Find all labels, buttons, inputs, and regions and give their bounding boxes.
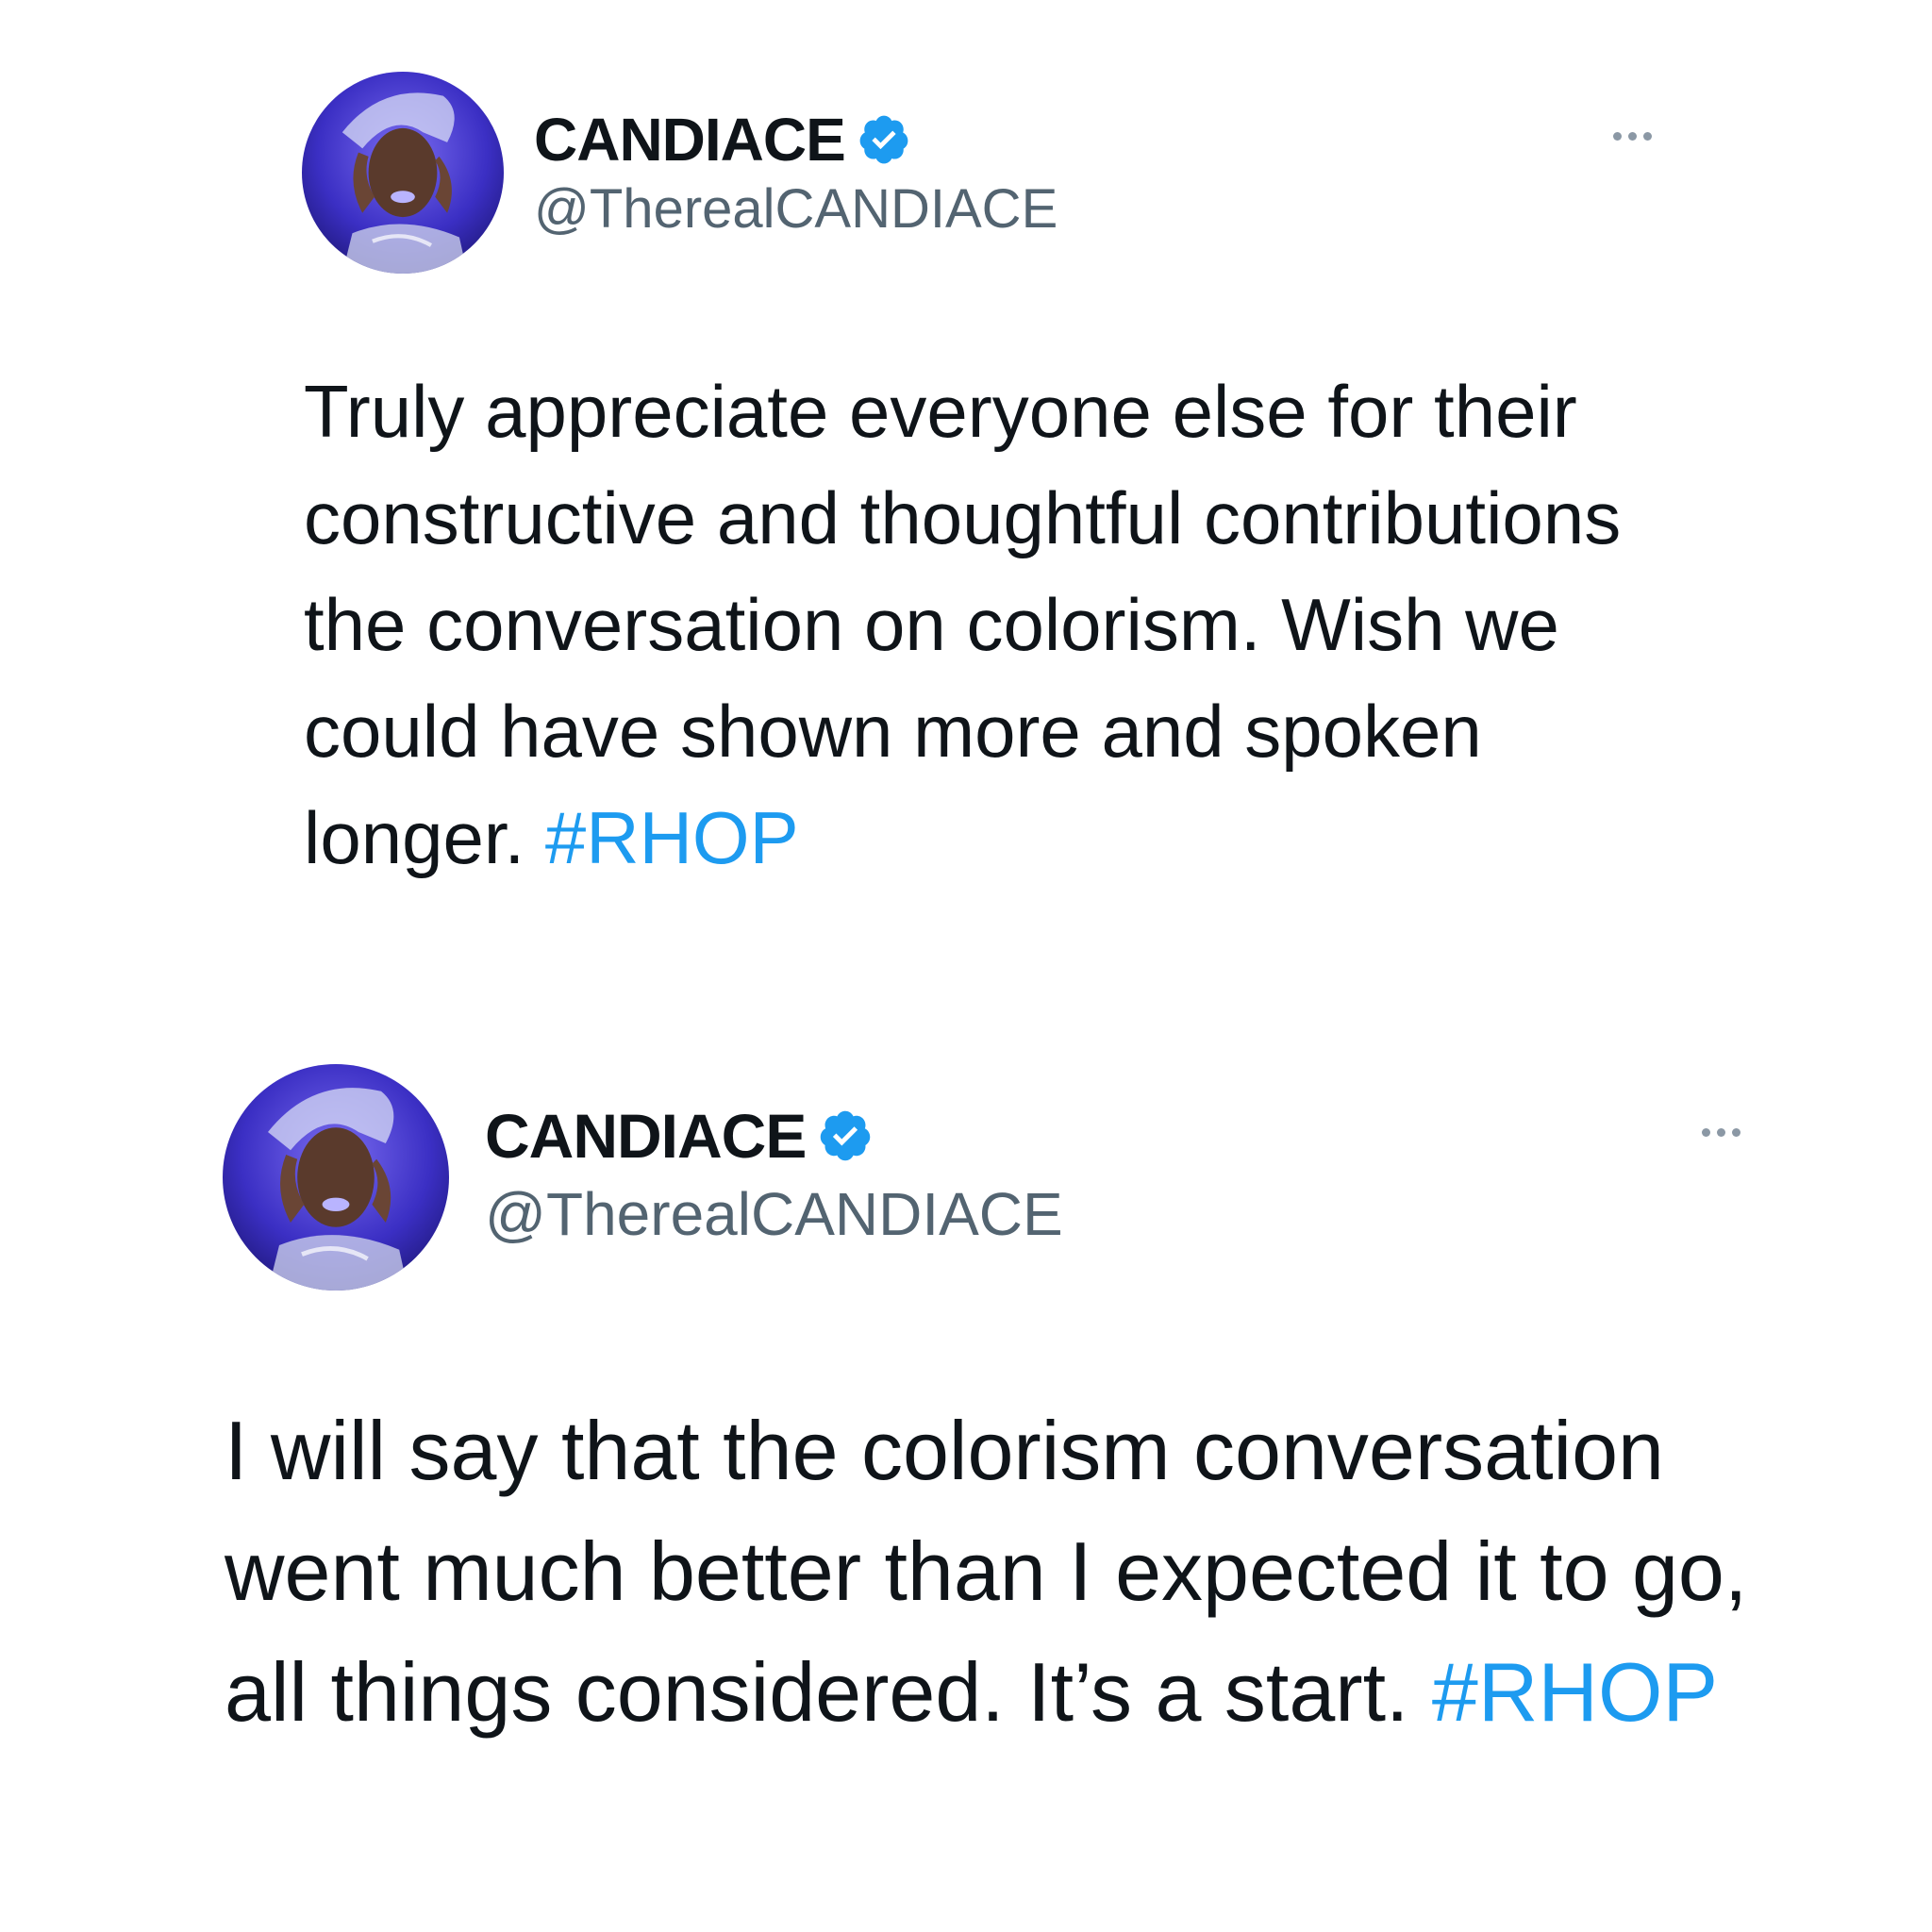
avatar[interactable] [223,1064,449,1291]
tweet-text: Truly appreciate everyone else for their… [304,358,1719,891]
display-name[interactable]: CANDIACE [485,1100,807,1172]
profile-photo-icon [223,1064,449,1291]
more-options-icon[interactable] [1702,1128,1740,1137]
user-handle[interactable]: @TherealCANDIACE [534,177,1058,241]
tweet-body: Truly appreciate everyone else for their… [304,370,1622,879]
verified-badge-icon [857,112,911,167]
user-handle[interactable]: @TherealCANDIACE [485,1179,1063,1249]
avatar[interactable] [302,72,504,274]
tweet-text: I will say that the colorism conversatio… [225,1391,1781,1753]
hashtag-link[interactable]: #RHOP [1432,1645,1718,1739]
more-options-icon[interactable] [1613,132,1652,141]
hashtag-link[interactable]: #RHOP [545,796,799,879]
display-name[interactable]: CANDIACE [534,105,846,175]
verified-badge-icon [817,1108,874,1164]
profile-photo-icon [302,72,504,274]
